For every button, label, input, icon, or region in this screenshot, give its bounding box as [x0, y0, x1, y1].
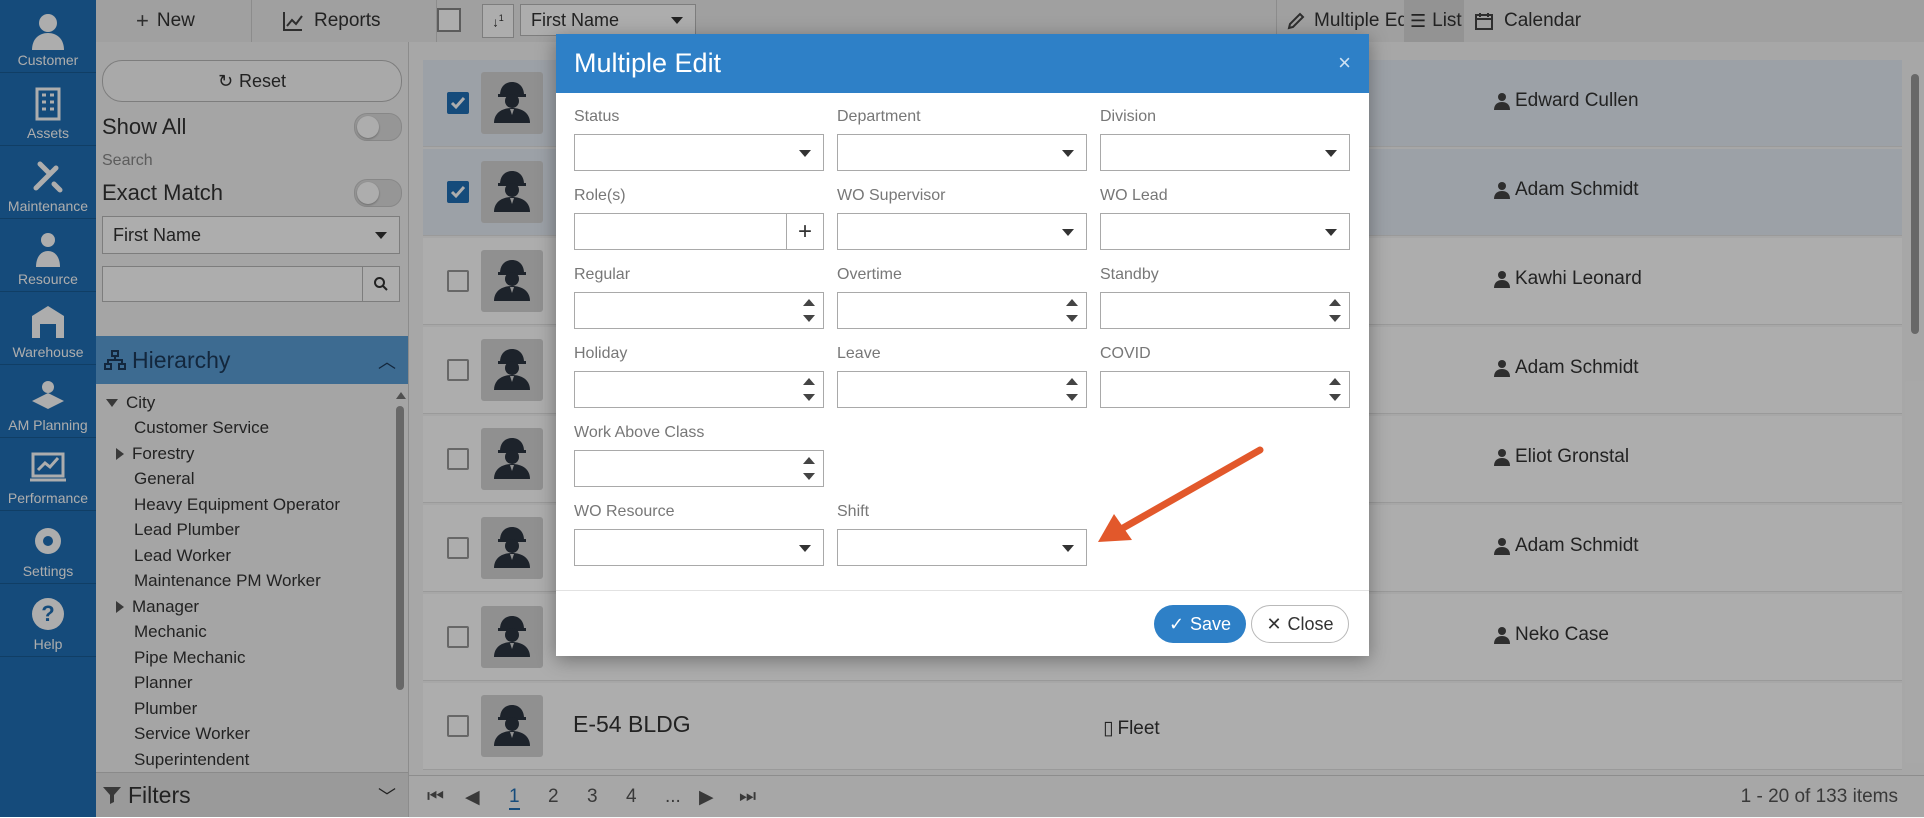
- roles-input[interactable]: +: [574, 213, 824, 250]
- overtime-label: Overtime: [837, 266, 902, 283]
- leave-numeric-input[interactable]: [837, 371, 1087, 408]
- annotation-arrow-icon: [1098, 446, 1264, 542]
- save-button[interactable]: ✓ Save: [1154, 605, 1246, 643]
- plus-icon: +: [797, 217, 812, 245]
- chevron-down-icon: [1062, 229, 1074, 236]
- standby-numeric-input[interactable]: [1100, 292, 1350, 329]
- chevron-down-icon: [799, 150, 811, 157]
- work-above-class-label: Work Above Class: [574, 424, 705, 441]
- dialog-footer: ✓ Save ✕ Close: [556, 590, 1369, 657]
- wo-resource-select[interactable]: [574, 529, 824, 566]
- close-icon[interactable]: ×: [1338, 50, 1351, 76]
- holiday-label: Holiday: [574, 345, 628, 362]
- close-icon: ✕: [1266, 613, 1282, 634]
- chevron-down-icon: [1062, 545, 1074, 552]
- spinner-icon[interactable]: [1066, 297, 1078, 325]
- wo-lead-select[interactable]: [1100, 213, 1350, 250]
- shift-label: Shift: [837, 503, 870, 520]
- roles-label: Role(s): [574, 187, 626, 204]
- dialog-title: Multiple Edit: [574, 48, 722, 78]
- department-select[interactable]: [837, 134, 1087, 171]
- save-label: Save: [1190, 613, 1232, 634]
- work-above-class-numeric-input[interactable]: [574, 450, 824, 487]
- overtime-numeric-input[interactable]: [837, 292, 1087, 329]
- close-label: Close: [1287, 613, 1334, 634]
- spinner-icon[interactable]: [1329, 297, 1341, 325]
- chevron-down-icon: [1325, 229, 1337, 236]
- spinner-icon[interactable]: [803, 297, 815, 325]
- check-icon: ✓: [1168, 613, 1185, 634]
- multiple-edit-dialog: Multiple Edit × Status Department Divisi…: [556, 34, 1369, 656]
- covid-numeric-input[interactable]: [1100, 371, 1350, 408]
- wo-lead-label: WO Lead: [1100, 187, 1168, 204]
- department-label: Department: [837, 108, 921, 125]
- chevron-down-icon: [1062, 150, 1074, 157]
- status-label: Status: [574, 108, 620, 125]
- dialog-header: Multiple Edit ×: [556, 34, 1369, 93]
- chevron-down-icon: [799, 545, 811, 552]
- wo-supervisor-select[interactable]: [837, 213, 1087, 250]
- add-role-button[interactable]: +: [786, 214, 823, 249]
- leave-label: Leave: [837, 345, 881, 362]
- regular-numeric-input[interactable]: [574, 292, 824, 329]
- wo-resource-label: WO Resource: [574, 503, 675, 520]
- division-select[interactable]: [1100, 134, 1350, 171]
- spinner-icon[interactable]: [803, 376, 815, 404]
- shift-select[interactable]: [837, 529, 1087, 566]
- chevron-down-icon: [1325, 150, 1337, 157]
- holiday-numeric-input[interactable]: [574, 371, 824, 408]
- wo-supervisor-label: WO Supervisor: [837, 187, 946, 204]
- status-select[interactable]: [574, 134, 824, 171]
- spinner-icon[interactable]: [803, 455, 815, 483]
- spinner-icon[interactable]: [1329, 376, 1341, 404]
- close-button[interactable]: ✕ Close: [1251, 605, 1349, 643]
- standby-label: Standby: [1100, 266, 1159, 283]
- covid-label: COVID: [1100, 345, 1151, 362]
- spinner-icon[interactable]: [1066, 376, 1078, 404]
- regular-label: Regular: [574, 266, 631, 283]
- division-label: Division: [1100, 108, 1157, 125]
